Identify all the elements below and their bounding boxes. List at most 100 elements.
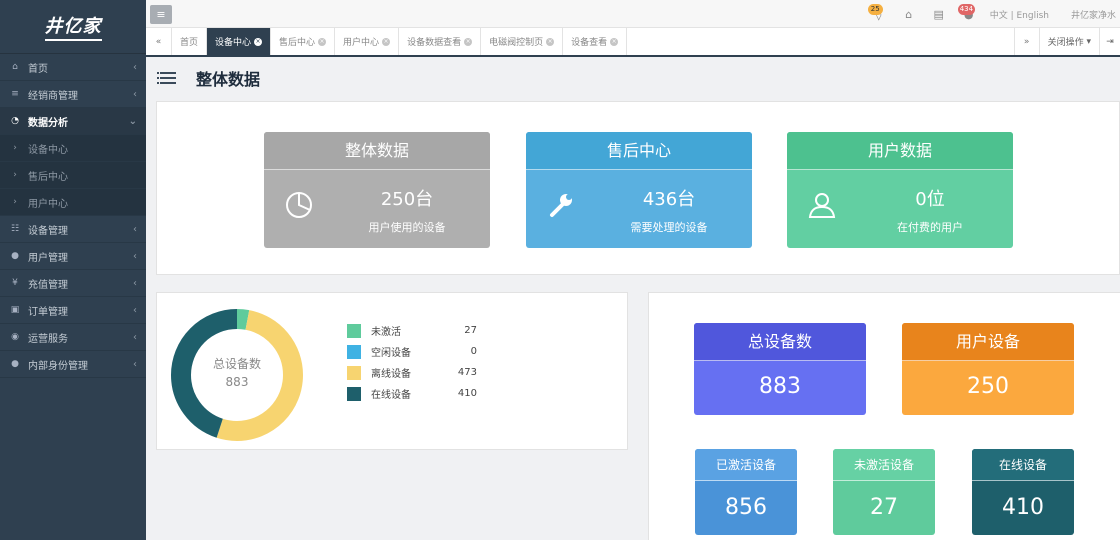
kpi-panel: 整体数据 250台 用户使用的设备 售后中心 436台 需要处理的设备 用户数据…	[156, 101, 1120, 275]
stat-value: 856	[725, 495, 767, 520]
tab-label: 设备查看	[571, 38, 608, 48]
user-icon: ●	[11, 251, 19, 261]
stat-title: 总设备数	[694, 323, 866, 361]
hamburger-icon: ≡	[156, 8, 166, 21]
tab-label: 用户中心	[343, 38, 380, 48]
kpi-card-aftersales[interactable]: 售后中心 436台 需要处理的设备	[526, 132, 752, 248]
sidebar-subitem-user-center[interactable]: › 用户中心	[0, 189, 146, 216]
menu-toggle-button[interactable]: ≡	[150, 5, 172, 24]
tab-close-icon[interactable]: ×	[546, 37, 555, 46]
sidebar-item-data-analysis[interactable]: ◔ 数据分析 ⌄	[0, 108, 146, 135]
stat-value: 410	[1002, 495, 1044, 520]
legend-item[interactable]: 空闲设备 0	[347, 341, 477, 362]
calendar-button[interactable]: ▤	[924, 8, 954, 21]
yen-icon: ¥	[12, 278, 18, 288]
chevron-left-icon: ‹	[133, 331, 137, 343]
sidebar-item-label: 运营服务	[28, 333, 68, 345]
wrench-icon	[550, 194, 572, 217]
tab-user-center[interactable]: 用户中心 ×	[335, 28, 400, 55]
chevron-right-icon: ›	[13, 143, 17, 153]
pie-chart-icon	[286, 192, 312, 218]
tab-device-data[interactable]: 设备数据查看 ×	[399, 28, 482, 55]
user-menu[interactable]: 井亿家净水	[1071, 8, 1116, 21]
tab-close-icon[interactable]: ×	[610, 37, 619, 46]
tab-aftersales-center[interactable]: 售后中心 ×	[271, 28, 336, 55]
sliders-icon: ≡	[11, 89, 19, 99]
tab-valve-control[interactable]: 电磁阀控制页 ×	[481, 28, 564, 55]
sidebar-item-user-mgmt[interactable]: ● 用户管理 ‹	[0, 243, 146, 270]
sidebar-item-operations[interactable]: ◉ 运营服务 ‹	[0, 324, 146, 351]
stat-title: 用户设备	[902, 323, 1074, 361]
chevron-right-icon: ›	[13, 197, 17, 207]
sidebar-item-label: 售后中心	[28, 171, 68, 183]
book-icon: ▣	[10, 305, 20, 315]
legend-swatch	[347, 344, 361, 359]
tab-device-view[interactable]: 设备查看 ×	[563, 28, 628, 55]
exit-button[interactable]: ⇥	[1100, 28, 1120, 55]
kpi-subtitle: 用户使用的设备	[368, 221, 446, 234]
sidebar-item-recharge-mgmt[interactable]: ¥ 充值管理 ‹	[0, 270, 146, 297]
tab-label: 设备中心	[215, 38, 252, 48]
legend-swatch	[347, 323, 361, 338]
chevron-left-icon: ‹	[133, 88, 137, 100]
legend-item[interactable]: 在线设备 410	[347, 383, 477, 404]
tab-close-icon[interactable]: ×	[382, 37, 391, 46]
double-right-icon: »	[1023, 36, 1030, 47]
legend-value: 27	[464, 325, 477, 336]
sitemap-icon: ☷	[10, 224, 20, 234]
stat-card-inactive-devices[interactable]: 未激活设备 27	[833, 449, 935, 535]
stat-card-total-devices[interactable]: 总设备数 883	[694, 323, 866, 415]
stat-card-activated-devices[interactable]: 已激活设备 856	[695, 449, 797, 535]
sidebar-subitem-device-center[interactable]: › 设备中心	[0, 135, 146, 162]
sidebar-item-label: 订单管理	[28, 306, 68, 318]
legend-label: 离线设备	[371, 369, 411, 380]
sidebar-item-device-mgmt[interactable]: ☷ 设备管理 ‹	[0, 216, 146, 243]
sidebar-item-label: 设备管理	[28, 225, 68, 237]
legend-item[interactable]: 未激活 27	[347, 320, 477, 341]
sidebar-item-identity-mgmt[interactable]: ● 内部身份管理 ‹	[0, 351, 146, 378]
tab-close-icon[interactable]: ×	[464, 37, 473, 46]
sidebar-item-dealers[interactable]: ≡ 经销商管理 ‹	[0, 81, 146, 108]
language-switch[interactable]: 中文 | English	[990, 8, 1049, 21]
sidebar-item-order-mgmt[interactable]: ▣ 订单管理 ‹	[0, 297, 146, 324]
comments-icon: ◉	[11, 332, 19, 342]
user-icon	[808, 193, 836, 218]
legend-item[interactable]: 离线设备 473	[347, 362, 477, 383]
caret-down-icon: ▾	[1086, 36, 1091, 47]
sidebar-item-label: 用户中心	[28, 198, 68, 210]
stat-title: 已激活设备	[695, 449, 797, 481]
legend-value: 0	[470, 346, 477, 357]
close-operations-dropdown[interactable]: 关闭操作 ▾	[1040, 28, 1100, 55]
sidebar-item-label: 首页	[28, 63, 48, 75]
tabs-scroll-right-button[interactable]: »	[1013, 28, 1040, 55]
tab-close-icon[interactable]: ×	[254, 37, 263, 46]
sidebar-subitem-aftersales-center[interactable]: › 售后中心	[0, 162, 146, 189]
chevron-left-icon: ‹	[133, 250, 137, 262]
stat-card-online-devices[interactable]: 在线设备 410	[972, 449, 1074, 535]
home-button[interactable]: ⌂	[894, 8, 924, 21]
kpi-card-overall[interactable]: 整体数据 250台 用户使用的设备	[264, 132, 490, 248]
stat-card-user-devices[interactable]: 用户设备 250	[902, 323, 1074, 415]
chevron-down-icon: ⌄	[128, 115, 137, 127]
notifications-button[interactable]: 25 ◊	[864, 3, 894, 21]
sign-out-icon: ⇥	[1106, 36, 1114, 47]
chart-icon: ◔	[11, 116, 19, 126]
tab-close-icon[interactable]: ×	[318, 37, 327, 46]
tab-label: 首页	[180, 38, 199, 48]
device-stats-panel: 总设备数 883 用户设备 250 已激活设备 856 未激活设备 27 在线设…	[648, 292, 1120, 540]
stat-value: 250	[967, 374, 1009, 399]
tab-label: 设备数据查看	[407, 38, 462, 48]
users-icon: ●	[11, 359, 19, 369]
kpi-card-users[interactable]: 用户数据 0位 在付费的用户	[787, 132, 1013, 248]
sidebar: 井亿家 ⌂ 首页 ‹ ≡ 经销商管理 ‹ ◔ 数据分析 ⌄ › 设备中心 › 售…	[0, 0, 146, 540]
kpi-value: 436台	[642, 189, 696, 210]
logo[interactable]: 井亿家	[0, 0, 146, 54]
tab-home[interactable]: 首页	[172, 28, 208, 55]
tabs-scroll-left-button[interactable]: «	[146, 28, 172, 55]
kpi-value: 250台	[380, 189, 434, 210]
close-ops-label: 关闭操作	[1047, 38, 1084, 48]
sidebar-item-home[interactable]: ⌂ 首页 ‹	[0, 54, 146, 81]
messages-button[interactable]: 434 ●	[954, 3, 984, 21]
tab-device-center[interactable]: 设备中心 ×	[207, 28, 272, 55]
legend-label: 未激活	[371, 327, 401, 338]
